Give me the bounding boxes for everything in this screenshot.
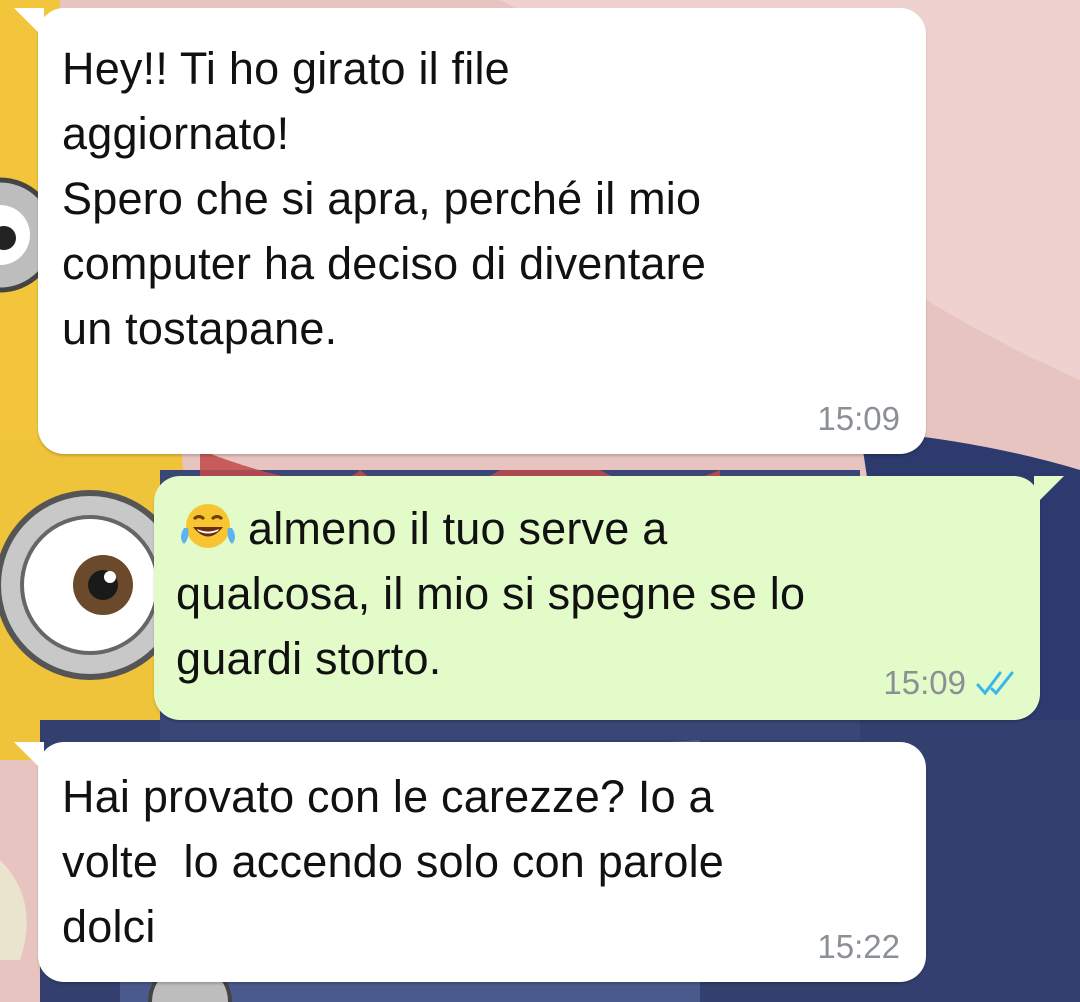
incoming-message-bubble[interactable]: Hai provato con le carezze? Io a volte l… — [14, 742, 926, 982]
message-meta: 15:09 — [817, 400, 900, 438]
message-timestamp: 15:22 — [817, 928, 900, 965]
message-text: Hey!! Ti ho girato il file aggiornato! S… — [62, 43, 707, 354]
message-text: Hai provato con le carezze? Io a volte l… — [62, 771, 725, 952]
message-text-block: almeno il tuo serve a qualcosa, il mio s… — [176, 496, 805, 691]
message-timestamp: 15:09 — [883, 664, 966, 701]
double-check-icon — [976, 671, 1014, 696]
bubble-tail — [1034, 476, 1064, 506]
bubble-tail — [14, 8, 44, 38]
outgoing-message-bubble[interactable]: almeno il tuo serve a qualcosa, il mio s… — [154, 476, 1064, 720]
message-text: almeno il tuo serve a qualcosa, il mio s… — [176, 503, 806, 684]
tears-of-joy-emoji — [181, 504, 235, 548]
message-meta: 15:22 — [817, 928, 900, 966]
message-timestamp: 15:09 — [817, 400, 900, 437]
incoming-message-bubble[interactable]: Hey!! Ti ho girato il file aggiornato! S… — [14, 8, 926, 454]
bubble-tail — [14, 742, 44, 772]
message-meta: 15:09 — [883, 664, 1020, 702]
